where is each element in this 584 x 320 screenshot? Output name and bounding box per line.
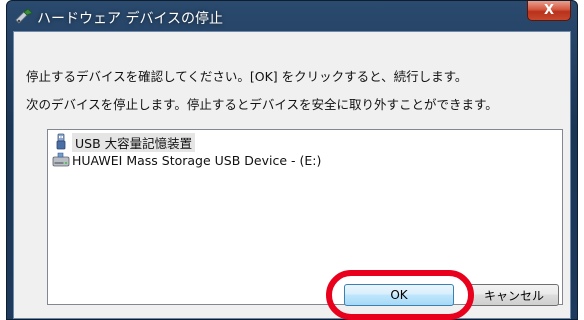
window-title: ハードウェア デバイスの停止 xyxy=(37,11,224,27)
list-item-huawei-device[interactable]: HUAWEI Mass Storage USB Device - (E:) xyxy=(52,151,321,169)
device-list[interactable]: USB 大容量記憶装置 HUAWEI Mass Storage USB Devi… xyxy=(47,129,563,305)
title-bar[interactable]: ハードウェア デバイスの停止 X xyxy=(7,1,577,31)
device-label: USB 大容量記憶装置 xyxy=(72,132,196,152)
instruction-text: 停止するデバイスを確認してください。[OK] をクリックすると、続行します。 xyxy=(26,69,468,84)
usb-plug-icon xyxy=(52,133,70,151)
cancel-button[interactable]: キャンセル xyxy=(469,284,559,306)
hardware-icon xyxy=(15,8,33,24)
close-icon: X xyxy=(543,3,555,18)
ok-button[interactable]: OK xyxy=(344,284,454,306)
description-text: 次のデバイスを停止します。停止するとデバイスを安全に取り外すことができます。 xyxy=(26,97,498,112)
close-button[interactable]: X xyxy=(527,1,571,21)
dialog-window: ハードウェア デバイスの停止 X 停止するデバイスを確認してください。[OK] … xyxy=(6,0,578,320)
drive-icon xyxy=(52,151,70,169)
dialog-client-area: 停止するデバイスを確認してください。[OK] をクリックすると、続行します。 次… xyxy=(13,31,571,320)
list-item-usb-mass-storage[interactable]: USB 大容量記憶装置 xyxy=(52,132,196,152)
device-label: HUAWEI Mass Storage USB Device - (E:) xyxy=(72,152,322,168)
